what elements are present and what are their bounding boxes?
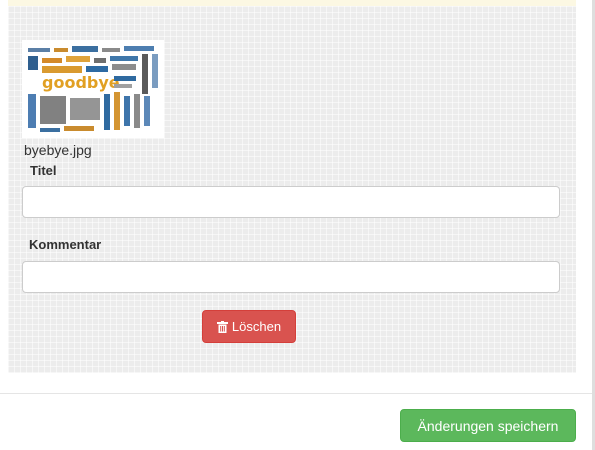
comment-label: Kommentar (29, 237, 102, 252)
attachment-thumbnail[interactable]: goodbye (22, 40, 164, 138)
word-cloud-image: goodbye (22, 40, 164, 138)
delete-button[interactable]: Löschen (202, 310, 296, 343)
title-label: Titel (30, 163, 57, 178)
comment-input[interactable] (22, 261, 560, 293)
svg-text:goodbye: goodbye (42, 73, 120, 92)
footer-divider (0, 393, 595, 394)
trash-icon (216, 320, 228, 333)
delete-label: Löschen (231, 319, 282, 334)
save-changes-button[interactable]: Änderungen speichern (400, 409, 576, 442)
attachment-filename: byebye.jpg (24, 142, 92, 158)
attachment-panel: goodbye byebye.jpg Titel Kommentar Lösch… (8, 6, 576, 373)
title-input[interactable] (22, 186, 560, 218)
